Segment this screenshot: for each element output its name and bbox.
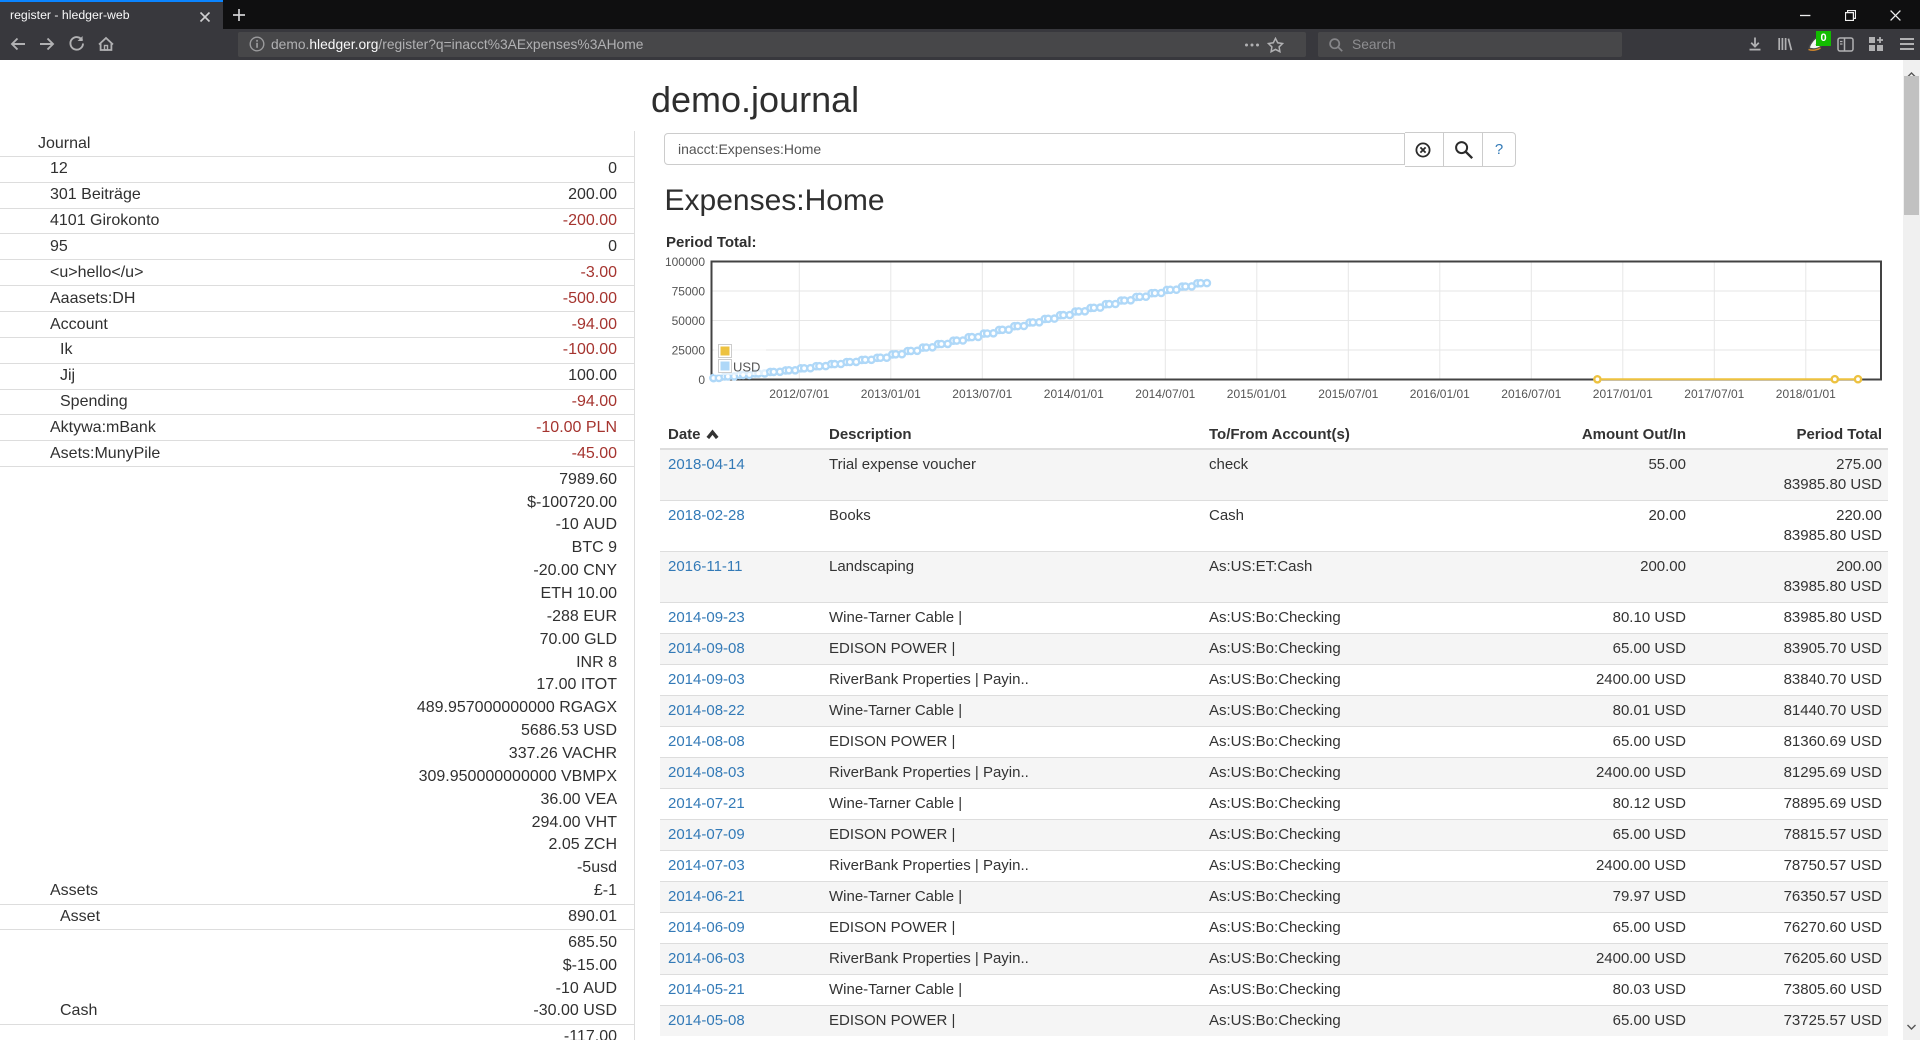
svg-text:2012/07/01: 2012/07/01 <box>769 387 829 401</box>
svg-text:2018/01/01: 2018/01/01 <box>1776 387 1836 401</box>
svg-text:2013/01/01: 2013/01/01 <box>861 387 921 401</box>
svg-text:2017/07/01: 2017/07/01 <box>1684 387 1744 401</box>
svg-text:100000: 100000 <box>665 255 705 269</box>
svg-text:25000: 25000 <box>672 344 706 358</box>
svg-text:2014/07/01: 2014/07/01 <box>1135 387 1195 401</box>
svg-text:2014/01/01: 2014/01/01 <box>1044 387 1104 401</box>
svg-text:2015/01/01: 2015/01/01 <box>1227 387 1287 401</box>
svg-text:USD: USD <box>733 360 760 375</box>
svg-text:50000: 50000 <box>672 314 706 328</box>
svg-text:2013/07/01: 2013/07/01 <box>952 387 1012 401</box>
svg-text:2015/07/01: 2015/07/01 <box>1318 387 1378 401</box>
svg-text:75000: 75000 <box>672 285 706 299</box>
svg-text:2017/01/01: 2017/01/01 <box>1593 387 1653 401</box>
svg-text:0: 0 <box>698 373 705 387</box>
svg-text:2016/07/01: 2016/07/01 <box>1501 387 1561 401</box>
svg-text:2016/01/01: 2016/01/01 <box>1410 387 1470 401</box>
